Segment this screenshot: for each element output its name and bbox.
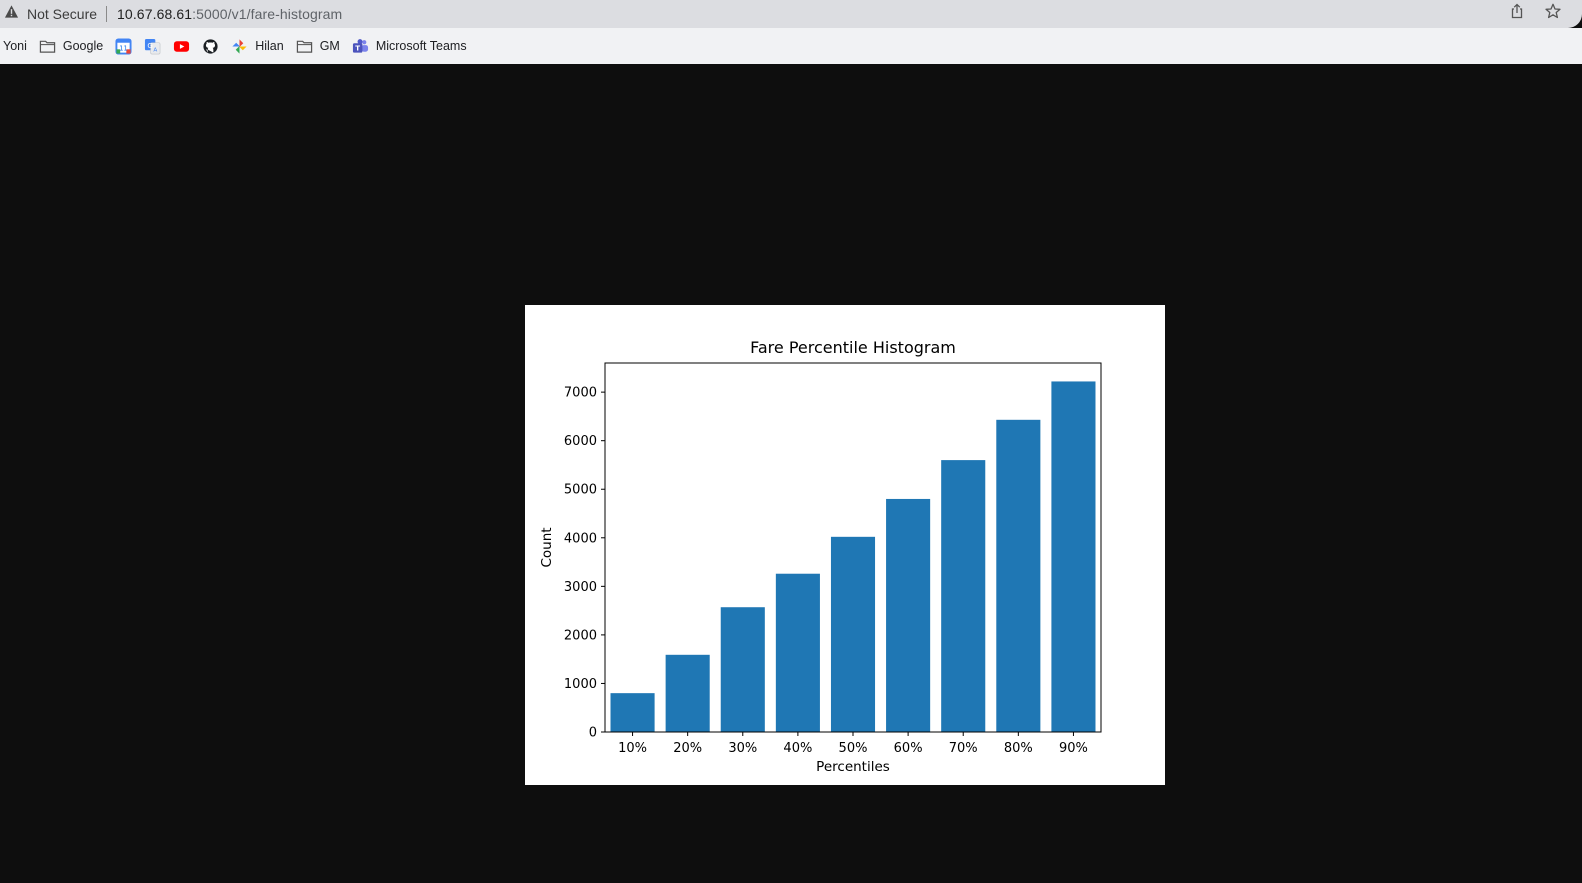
y-tick-label: 2000 [564, 628, 597, 643]
bookmark-label: GM [319, 39, 340, 53]
svg-text:G: G [148, 40, 154, 49]
x-tick-label: 50% [839, 741, 868, 756]
y-tick-label: 6000 [564, 434, 597, 449]
share-icon [1509, 3, 1525, 24]
y-tick-label: 3000 [564, 580, 597, 595]
bar-30pct [720, 607, 765, 732]
x-tick-label: 20% [673, 741, 702, 756]
google-calendar-icon: 11 [115, 37, 132, 55]
bar-90pct [1051, 381, 1096, 732]
bookmark-google-translate[interactable]: GA [144, 34, 161, 58]
address-bar[interactable]: Not Secure 10.67.68.61:5000/v1/fare-hist… [0, 0, 1582, 28]
bookmark-folder-gm[interactable]: GM [296, 34, 340, 58]
hilan-icon [231, 38, 248, 55]
bookmark-label: Hilan [255, 39, 284, 53]
x-tick-label: 10% [618, 741, 647, 756]
youtube-icon [173, 38, 190, 55]
bookmark-label: Microsoft Teams [375, 39, 467, 53]
bookmark-hilan[interactable]: Hilan [231, 34, 284, 58]
bars-group [610, 381, 1096, 732]
url-host: 10.67.68.61 [117, 6, 193, 22]
svg-text:T: T [355, 43, 360, 52]
url-divider [106, 6, 108, 22]
url-path: :5000/v1/fare-histogram [192, 6, 343, 22]
bookmark-star-button[interactable] [1544, 3, 1562, 24]
bookmark-label: Yoni [3, 39, 27, 53]
y-tick-label: 0 [589, 726, 597, 741]
x-tick-label: 80% [1004, 741, 1033, 756]
svg-text:A: A [154, 47, 158, 53]
url-text[interactable]: 10.67.68.61:5000/v1/fare-histogram [117, 6, 342, 22]
y-axis-label: Count [539, 527, 555, 567]
bar-50pct [830, 536, 876, 732]
x-axis-label: Percentiles [816, 759, 890, 775]
share-button[interactable] [1508, 3, 1526, 24]
bookmark-youtube[interactable] [173, 34, 190, 58]
bookmark-github[interactable] [202, 34, 219, 58]
site-security-indicator[interactable]: Not Secure [4, 4, 97, 24]
bar-60pct [886, 498, 931, 732]
svg-text:11: 11 [119, 44, 127, 52]
y-tick-label: 7000 [564, 386, 597, 401]
github-icon [202, 38, 219, 55]
bar-80pct [996, 419, 1041, 732]
x-tick-label: 40% [783, 741, 812, 756]
x-tick-label: 60% [894, 741, 923, 756]
bookmark-label: Google [62, 39, 104, 53]
bookmarks-bar: Yoni Google 11 GA Hilan GM T Microsoft T… [0, 28, 1582, 64]
bookmark-folder-google[interactable]: Google [39, 34, 103, 58]
bar-10pct [610, 693, 655, 732]
bar-40pct [775, 573, 820, 732]
star-icon [1545, 3, 1561, 24]
teams-icon: T [352, 38, 369, 55]
x-tick-label: 70% [949, 741, 978, 756]
google-translate-icon: GA [144, 38, 161, 55]
x-axis-ticks: 10% 20% 30% 40% 50% 60% 70% 80% 90% [618, 732, 1088, 756]
y-tick-label: 4000 [564, 531, 597, 546]
warning-icon [4, 4, 19, 24]
y-axis-ticks: 0 1000 2000 3000 4000 5000 6000 7000 [564, 386, 605, 741]
y-tick-label: 1000 [564, 677, 597, 692]
chart-title: Fare Percentile Histogram [750, 338, 956, 357]
x-tick-label: 90% [1059, 741, 1088, 756]
fare-histogram-chart: 0 1000 2000 3000 4000 5000 6000 7000 10% 20% 30% 4… [539, 338, 1102, 775]
folder-icon [296, 38, 313, 55]
bar-20pct [665, 654, 710, 732]
y-tick-label: 5000 [564, 483, 597, 498]
folder-icon [39, 38, 56, 55]
bookmark-microsoft-teams[interactable]: T Microsoft Teams [352, 34, 467, 58]
bar-70pct [941, 460, 986, 732]
fare-histogram-image: 0 1000 2000 3000 4000 5000 6000 7000 10% 20% 30% 4… [525, 305, 1165, 785]
bookmark-google-calendar[interactable]: 11 [115, 34, 132, 58]
security-label: Not Secure [27, 6, 98, 22]
x-tick-label: 30% [728, 741, 757, 756]
bookmark-yoni[interactable]: Yoni [3, 34, 27, 58]
